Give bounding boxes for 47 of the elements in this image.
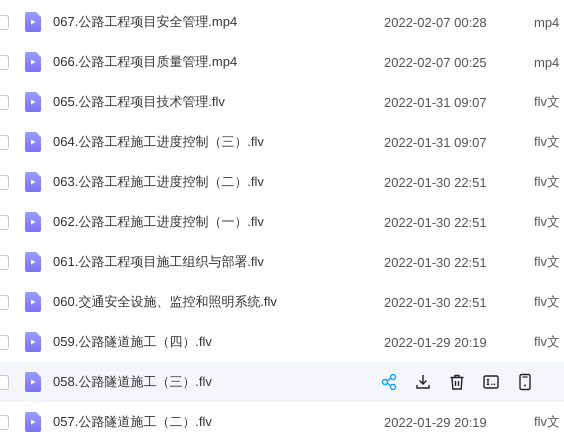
download-icon[interactable] xyxy=(414,373,432,391)
file-name[interactable]: 063.公路工程施工进度控制（二）.flv xyxy=(53,173,384,191)
file-type: flv文 xyxy=(534,413,560,431)
file-name[interactable]: 067.公路工程项目安全管理.mp4 xyxy=(53,13,384,31)
file-type: flv文 xyxy=(534,293,560,311)
share-icon[interactable] xyxy=(380,373,398,391)
file-name[interactable]: 058.公路隧道施工（三）.flv xyxy=(53,373,384,391)
file-name[interactable]: 066.公路工程项目质量管理.mp4 xyxy=(53,53,384,71)
video-file-icon xyxy=(25,252,41,272)
file-type: mp4 xyxy=(534,54,560,70)
video-file-icon xyxy=(25,332,41,352)
modified-date: 2022-01-29 20:19 xyxy=(384,334,488,350)
video-file-icon xyxy=(25,12,41,32)
rename-icon[interactable] xyxy=(482,373,500,391)
modified-date: 2022-01-30 22:51 xyxy=(384,294,488,310)
modified-date: 2022-01-31 09:07 xyxy=(384,94,488,110)
modified-date: 2022-01-31 09:07 xyxy=(384,134,488,150)
video-file-icon xyxy=(25,172,41,192)
video-file-icon xyxy=(25,292,41,312)
video-file-icon xyxy=(25,212,41,232)
modified-date: 2022-01-30 22:51 xyxy=(384,174,488,190)
file-type: mp4 xyxy=(534,14,560,30)
video-file-icon xyxy=(25,412,41,432)
file-row[interactable]: 058.公路隧道施工（三）.flv xyxy=(0,362,564,402)
modified-date: 2022-01-29 20:19 xyxy=(384,414,488,430)
file-type: flv文 xyxy=(534,93,560,111)
modified-date: 2022-02-07 00:25 xyxy=(384,54,488,70)
video-file-icon xyxy=(25,372,41,392)
delete-icon[interactable] xyxy=(448,373,466,391)
modified-date: 2022-01-30 22:51 xyxy=(384,214,488,230)
file-name[interactable]: 065.公路工程项目技术管理.flv xyxy=(53,93,384,111)
modified-date: 2022-02-07 00:28 xyxy=(384,14,488,30)
modified-date: 2022-01-30 22:51 xyxy=(384,254,488,270)
file-type: flv文 xyxy=(534,213,560,231)
file-type: flv文 xyxy=(534,253,560,271)
file-name[interactable]: 059.公路隧道施工（四）.flv xyxy=(53,333,384,351)
file-name[interactable]: 064.公路工程施工进度控制（三）.flv xyxy=(53,133,384,151)
video-file-icon xyxy=(25,92,41,112)
file-type: flv文 xyxy=(534,333,560,351)
file-name[interactable]: 060.交通安全设施、监控和照明系统.flv xyxy=(53,293,384,311)
file-type: flv文 xyxy=(534,173,560,191)
file-name[interactable]: 057.公路隧道施工（二）.flv xyxy=(53,413,384,431)
video-file-icon xyxy=(25,52,41,72)
file-name[interactable]: 061.公路工程项目施工组织与部署.flv xyxy=(53,253,384,271)
file-type: flv文 xyxy=(534,133,560,151)
video-file-icon xyxy=(25,132,41,152)
file-name[interactable]: 062.公路工程施工进度控制（一）.flv xyxy=(53,213,384,231)
